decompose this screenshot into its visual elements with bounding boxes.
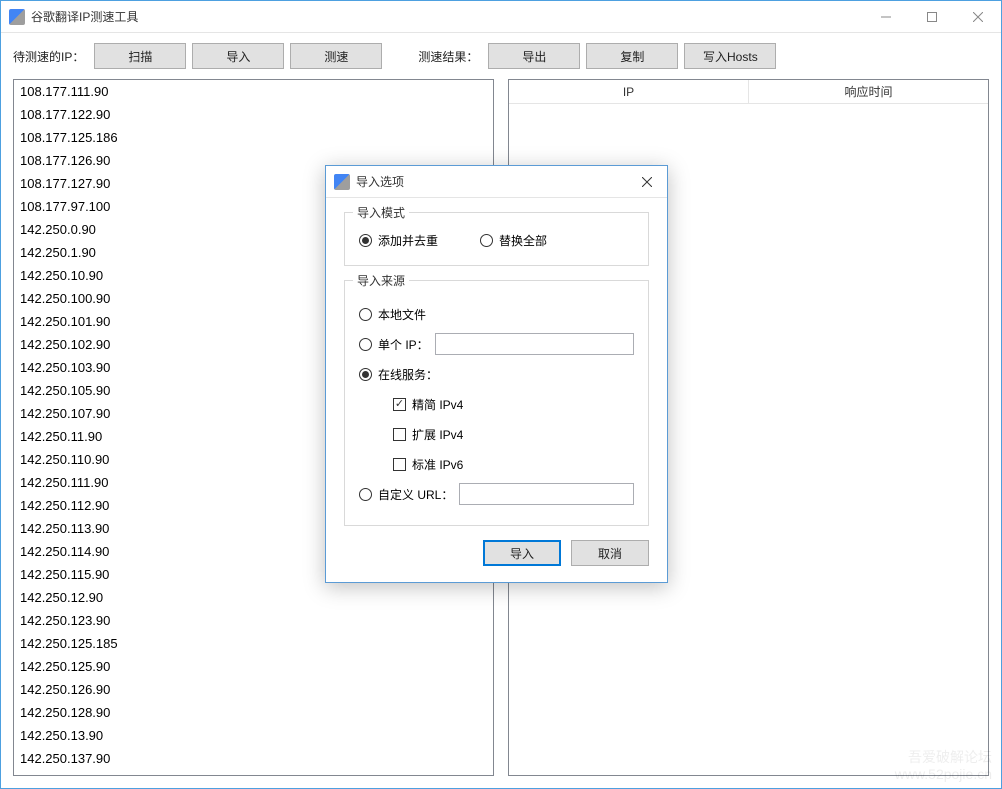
custom-url-input[interactable]: [459, 483, 634, 505]
source-online-radio[interactable]: 在线服务：: [359, 363, 438, 385]
radio-icon: [359, 368, 372, 381]
online-options: 精简 IPv4 扩展 IPv4 标准 IPv6: [359, 393, 634, 475]
radio-icon: [359, 488, 372, 501]
mode-replace-label: 替换全部: [499, 232, 547, 249]
online-simple-ipv4-checkbox[interactable]: 精简 IPv4: [393, 393, 634, 415]
dialog-overlay: 导入选项 导入模式 添加并去重 替换全部: [0, 0, 1002, 789]
import-source-group: 导入来源 本地文件 单个 IP：: [344, 280, 649, 526]
source-single-radio[interactable]: 单个 IP：: [359, 333, 429, 355]
source-local-label: 本地文件: [378, 306, 426, 323]
dialog-close-button[interactable]: [627, 166, 667, 197]
mode-append-radio[interactable]: 添加并去重: [359, 229, 438, 251]
import-mode-title: 导入模式: [353, 204, 409, 221]
import-mode-group: 导入模式 添加并去重 替换全部: [344, 212, 649, 266]
radio-icon: [480, 234, 493, 247]
radio-icon: [359, 234, 372, 247]
checkbox-icon: [393, 428, 406, 441]
source-custom-radio[interactable]: 自定义 URL：: [359, 483, 453, 505]
source-online-label: 在线服务：: [378, 366, 438, 383]
import-source-title: 导入来源: [353, 272, 409, 289]
dialog-cancel-button[interactable]: 取消: [571, 540, 649, 566]
dialog-body: 导入模式 添加并去重 替换全部 导入来源: [326, 198, 667, 582]
source-single-label: 单个 IP：: [378, 336, 429, 353]
dialog-titlebar: 导入选项: [326, 166, 667, 198]
online-std-ipv6-checkbox[interactable]: 标准 IPv6: [393, 453, 634, 475]
radio-icon: [359, 338, 372, 351]
dialog-title: 导入选项: [356, 173, 404, 190]
dialog-app-icon: [334, 174, 350, 190]
online-ext-ipv4-label: 扩展 IPv4: [412, 426, 463, 443]
radio-icon: [359, 308, 372, 321]
online-std-ipv6-label: 标准 IPv6: [412, 456, 463, 473]
mode-append-label: 添加并去重: [378, 232, 438, 249]
online-simple-ipv4-label: 精简 IPv4: [412, 396, 463, 413]
mode-replace-radio[interactable]: 替换全部: [480, 229, 547, 251]
dialog-import-button[interactable]: 导入: [483, 540, 561, 566]
checkbox-icon: [393, 458, 406, 471]
import-options-dialog: 导入选项 导入模式 添加并去重 替换全部: [325, 165, 668, 583]
source-local-radio[interactable]: 本地文件: [359, 303, 426, 325]
dialog-buttons: 导入 取消: [344, 540, 649, 566]
source-custom-label: 自定义 URL：: [378, 486, 453, 503]
close-icon: [642, 177, 652, 187]
checkbox-icon: [393, 398, 406, 411]
single-ip-input[interactable]: [435, 333, 634, 355]
online-ext-ipv4-checkbox[interactable]: 扩展 IPv4: [393, 423, 634, 445]
